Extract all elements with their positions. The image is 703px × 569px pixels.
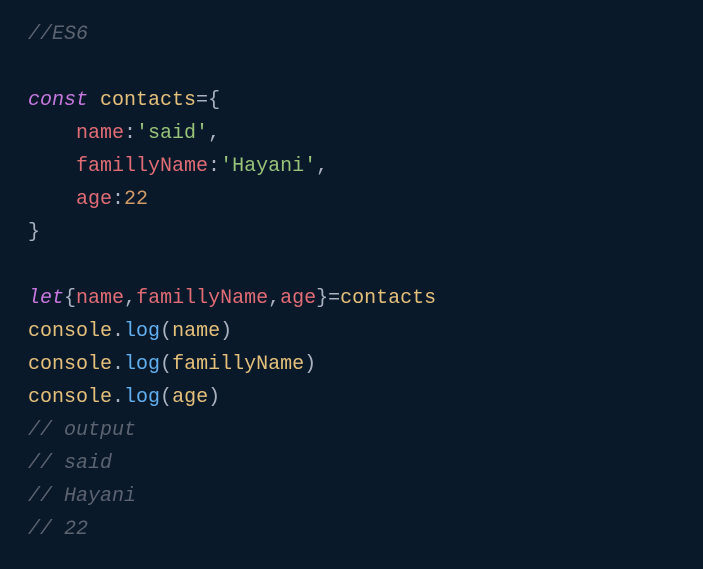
paren-open: ( (160, 353, 172, 376)
brace-open: { (208, 89, 220, 112)
func-log: log (124, 353, 160, 376)
console: console (28, 353, 112, 376)
brace-close: } (28, 221, 40, 244)
console: console (28, 320, 112, 343)
func-log: log (124, 386, 160, 409)
eq: = (328, 287, 340, 310)
colon: : (112, 188, 124, 211)
comment-es6: //ES6 (28, 23, 88, 46)
destr-age: age (280, 287, 316, 310)
dot: . (112, 320, 124, 343)
comment-hayani: // Hayani (28, 485, 136, 508)
colon: : (124, 122, 136, 145)
dot: . (112, 386, 124, 409)
destr-famillyname: famillyName (136, 287, 268, 310)
comment-22: // 22 (28, 518, 88, 541)
comma: , (268, 287, 280, 310)
var-contacts: contacts (340, 287, 436, 310)
arg-famillyname: famillyName (172, 353, 304, 376)
paren-open: ( (160, 386, 172, 409)
comment-said: // said (28, 452, 112, 475)
var-contacts: contacts (88, 89, 196, 112)
comma: , (316, 155, 328, 178)
comment-output: // output (28, 419, 136, 442)
colon: : (208, 155, 220, 178)
comma: , (124, 287, 136, 310)
str-said: 'said' (136, 122, 208, 145)
prop-famillyname: famillyName (76, 155, 208, 178)
func-log: log (124, 320, 160, 343)
code-block: //ES6 const contacts={ name:'said', fami… (0, 0, 703, 564)
comma: , (208, 122, 220, 145)
prop-name: name (76, 122, 124, 145)
str-hayani: 'Hayani' (220, 155, 316, 178)
keyword-const: const (28, 89, 88, 112)
arg-name: name (172, 320, 220, 343)
prop-age: age (76, 188, 112, 211)
num-22: 22 (124, 188, 148, 211)
arg-age: age (172, 386, 208, 409)
keyword-let: let (28, 287, 64, 310)
punct-eq: = (196, 89, 208, 112)
paren-close: ) (208, 386, 220, 409)
paren-close: ) (220, 320, 232, 343)
dot: . (112, 353, 124, 376)
console: console (28, 386, 112, 409)
paren-close: ) (304, 353, 316, 376)
brace-open: { (64, 287, 76, 310)
brace-close: } (316, 287, 328, 310)
paren-open: ( (160, 320, 172, 343)
destr-name: name (76, 287, 124, 310)
